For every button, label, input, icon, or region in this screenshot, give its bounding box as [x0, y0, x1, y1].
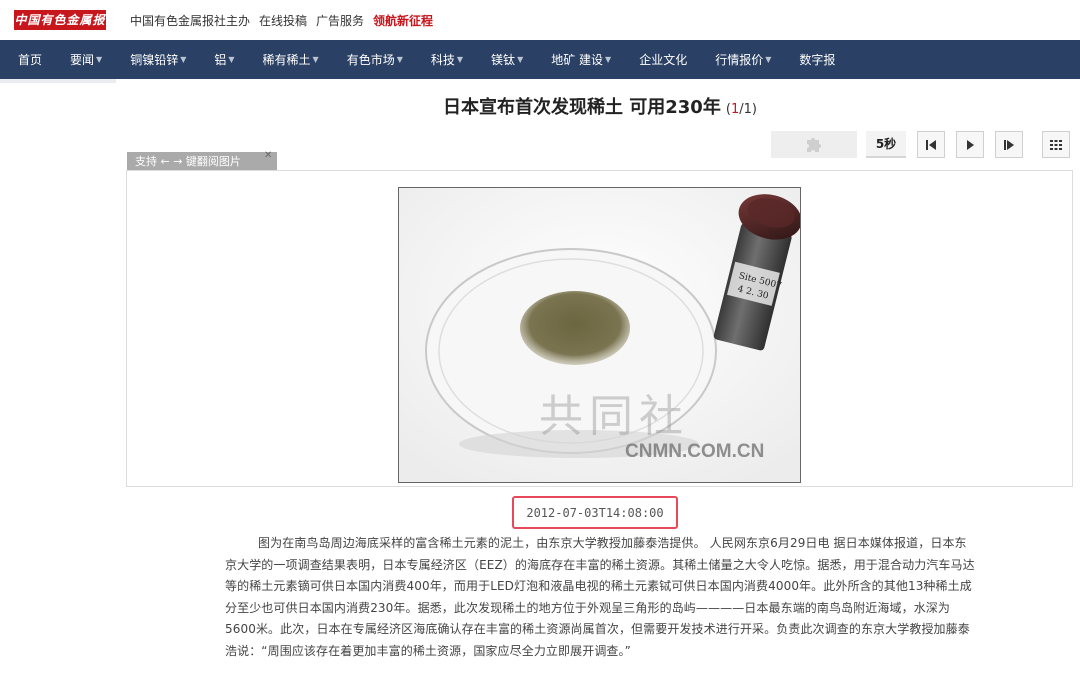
site-logo[interactable]: 中国有色金属报	[14, 10, 106, 30]
nav-item[interactable]: 镁钛 ▼	[491, 51, 523, 68]
nav-item-label: 科技	[430, 53, 455, 67]
prev-icon	[926, 139, 936, 150]
nav-item[interactable]: 有色市场 ▼	[347, 51, 403, 68]
top-link-sponsor[interactable]: 中国有色金属报社主办	[130, 12, 250, 29]
play-icon	[967, 139, 974, 150]
nav-item-label: 企业文化	[639, 53, 688, 67]
hint-close-icon[interactable]: ✕	[264, 150, 272, 161]
caret-down-icon: ▼	[605, 55, 612, 64]
caret-down-icon: ▼	[228, 55, 235, 64]
thumbnail-grid-button[interactable]	[1042, 131, 1070, 158]
nav-item-label: 要闻	[70, 53, 95, 67]
puzzle-icon	[807, 137, 821, 152]
nav-item-label: 数字报	[799, 53, 836, 67]
main-nav: 首页 要闻 ▼ 铜镍铅锌 ▼ 铝 ▼ 稀有稀土 ▼ 有色市场 ▼ 科技 ▼ 镁钛 ▼ 地矿 建设 ▼ 企业文化 行情…	[0, 40, 1080, 79]
caret-down-icon: ▼	[312, 55, 319, 64]
puzzle-button[interactable]	[771, 131, 857, 158]
nav-item-label: 镁钛	[491, 53, 516, 67]
article-body: 图为在南鸟岛周边海底采样的富含稀土元素的泥土，由东京大学教授加藤泰浩提供。 人民…	[225, 536, 975, 658]
article-title: 日本宣布首次发现稀土 可用230年	[442, 97, 721, 118]
nav-item[interactable]: 企业文化	[639, 51, 687, 68]
caret-down-icon: ▼	[396, 55, 403, 64]
nav-item[interactable]: 地矿 建设 ▼	[551, 51, 611, 68]
caret-down-icon: ▼	[517, 55, 524, 64]
top-link-submit[interactable]: 在线投稿	[259, 12, 307, 29]
photo-watermark-cn: 共同社	[539, 391, 689, 442]
nav-item-label: 铜镍铅锌	[130, 53, 179, 67]
slideshow-speed[interactable]: 5秒	[866, 131, 906, 158]
nav-item-label: 稀有稀土	[262, 53, 311, 67]
top-link-ads[interactable]: 广告服务	[316, 12, 364, 29]
next-image-button[interactable]	[995, 131, 1023, 158]
nav-item[interactable]: 稀有稀土 ▼	[263, 51, 319, 68]
nav-item[interactable]: 数字报	[799, 51, 835, 68]
caret-down-icon: ▼	[96, 55, 103, 64]
nav-active-indicator	[0, 79, 116, 83]
publish-date: 2012-07-03T14:08:00	[526, 506, 664, 520]
nav-item[interactable]: 要闻 ▼	[70, 51, 102, 68]
article-photo[interactable]: Site 5007 4 2. 30 共同社 CNMN.COM.CN	[398, 187, 801, 483]
keyboard-hint: 支持 ← → 键翻阅图片	[127, 152, 277, 171]
page-indicator: (1/1)	[726, 102, 757, 117]
top-link-highlight[interactable]: 领航新征程	[373, 12, 433, 29]
page-total: /1)	[739, 102, 758, 117]
nav-item[interactable]: 首页	[18, 51, 42, 68]
photo-watermark-en: CNMN.COM.CN	[625, 441, 765, 462]
grid-icon	[1050, 139, 1062, 150]
top-bar: 中国有色金属报 中国有色金属报社主办 在线投稿 广告服务 领航新征程	[0, 0, 1080, 40]
article-title-row: 日本宣布首次发现稀土 可用230年 (1/1)	[0, 93, 1080, 119]
caret-down-icon: ▼	[765, 55, 772, 64]
nav-item-label: 首页	[18, 53, 43, 67]
nav-item[interactable]: 科技 ▼	[431, 51, 463, 68]
top-links: 中国有色金属报社主办 在线投稿 广告服务 领航新征程	[130, 12, 442, 29]
prev-image-button[interactable]	[917, 131, 945, 158]
nav-item-label: 行情报价	[715, 53, 764, 67]
nav-item[interactable]: 行情报价 ▼	[715, 51, 771, 68]
next-icon	[1004, 139, 1014, 150]
nav-item-label: 地矿 建设	[551, 53, 604, 67]
nav-item-label: 有色市场	[346, 53, 395, 67]
nav-item[interactable]: 铜镍铅锌 ▼	[130, 51, 186, 68]
caret-down-icon: ▼	[456, 55, 464, 64]
caret-down-icon: ▼	[180, 55, 187, 64]
nav-item[interactable]: 铝 ▼	[214, 51, 234, 68]
play-button[interactable]	[956, 131, 984, 158]
nav-item-label: 铝	[214, 53, 227, 67]
